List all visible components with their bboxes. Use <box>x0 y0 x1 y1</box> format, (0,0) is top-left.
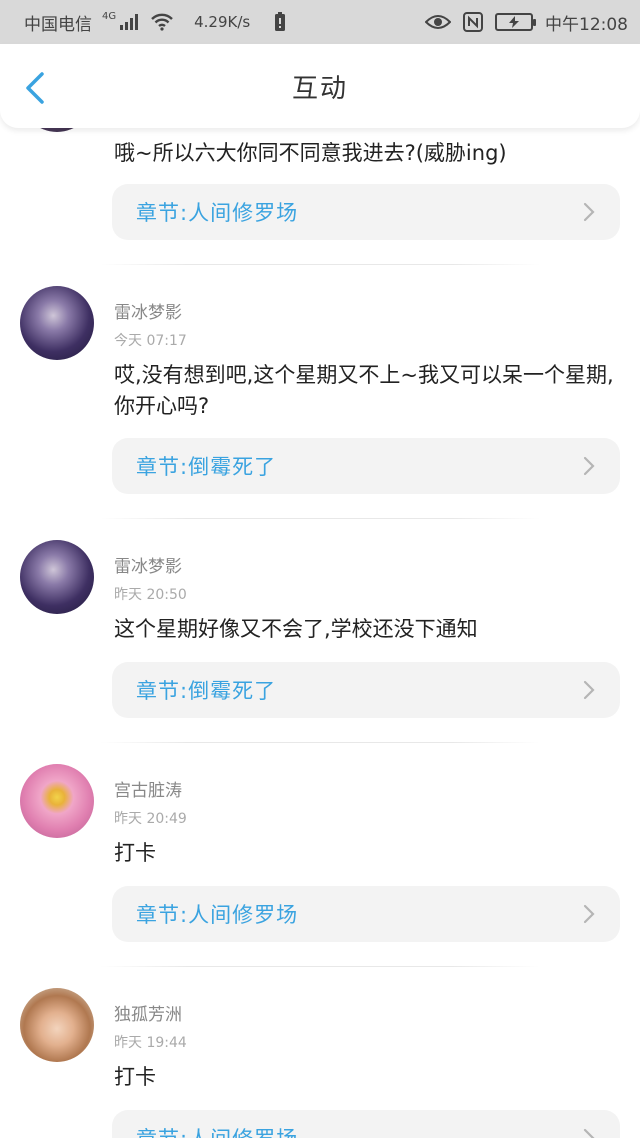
chapter-link[interactable]: 章节:人间修罗场 <box>112 886 620 942</box>
chapter-link[interactable]: 章节:倒霉死了 <box>112 438 620 494</box>
chapter-label: 章节:人间修罗场 <box>136 1123 298 1138</box>
notification-icon <box>274 12 286 32</box>
timestamp: 昨天 19:44 <box>114 1035 187 1051</box>
chevron-right-icon <box>583 1128 595 1138</box>
clock-label: 中午12:08 <box>545 14 628 35</box>
divider <box>100 518 540 519</box>
timestamp: 今天 07:17 <box>114 333 187 349</box>
chevron-right-icon <box>583 904 595 924</box>
divider <box>100 742 540 743</box>
chapter-label: 章节:倒霉死了 <box>136 455 277 479</box>
comment-content: 哎,没有想到吧,这个星期又不上~我又可以呆一个星期,你开心吗? <box>114 363 614 418</box>
page-title: 互动 <box>291 73 348 104</box>
chevron-right-icon <box>583 456 595 476</box>
chevron-left-icon <box>26 72 44 104</box>
signal-icon <box>120 14 140 30</box>
eye-icon <box>425 14 451 30</box>
comment-content: 打卡 <box>114 841 156 865</box>
comment-content: 打卡 <box>114 1065 156 1089</box>
chapter-label: 章节:人间修罗场 <box>136 201 299 225</box>
divider <box>100 264 540 265</box>
network-speed-label: 4.29K/s <box>194 13 251 31</box>
user-name[interactable]: 雷冰梦影 <box>114 298 182 323</box>
chapter-label: 章节:人间修罗场 <box>136 903 299 927</box>
wifi-icon <box>150 13 174 31</box>
back-button[interactable] <box>18 68 54 108</box>
nfc-icon <box>463 12 483 32</box>
divider <box>100 966 540 967</box>
user-name[interactable]: 宫古脏涛 <box>114 776 182 801</box>
user-name[interactable]: 独孤芳洲 <box>114 1000 182 1025</box>
chapter-label: 章节:倒霉死了 <box>136 679 277 703</box>
chapter-link[interactable]: 章节:人间修罗场 <box>112 1110 620 1138</box>
carrier-label: 中国电信 <box>24 14 92 35</box>
comment-content: 哦~所以六大你同不同意我进去?(威胁ing) <box>114 141 507 165</box>
chapter-link[interactable]: 章节:人间修罗场 <box>112 184 620 240</box>
timestamp: 昨天 20:50 <box>114 587 187 603</box>
battery-icon <box>495 13 536 31</box>
comment-content: 这个星期好像又不会了,学校还没下通知 <box>114 617 478 641</box>
avatar[interactable] <box>20 286 94 360</box>
user-name[interactable]: 雷冰梦影 <box>114 552 182 577</box>
chevron-right-icon <box>583 680 595 700</box>
chevron-right-icon <box>583 202 595 222</box>
header: 互动 <box>0 44 640 128</box>
interaction-feed[interactable]: 哦~所以六大你同不同意我进去?(威胁ing) 章节:人间修罗场 雷冰梦影 今天 … <box>0 100 640 1138</box>
chapter-link[interactable]: 章节:倒霉死了 <box>112 662 620 718</box>
network-type-label: 4G <box>102 10 117 22</box>
avatar[interactable] <box>20 764 94 838</box>
status-bar: 中国电信 4G 4.29K/s 中午12:08 <box>0 0 640 44</box>
avatar[interactable] <box>20 540 94 614</box>
timestamp: 昨天 20:49 <box>114 811 187 827</box>
avatar[interactable] <box>20 988 94 1062</box>
